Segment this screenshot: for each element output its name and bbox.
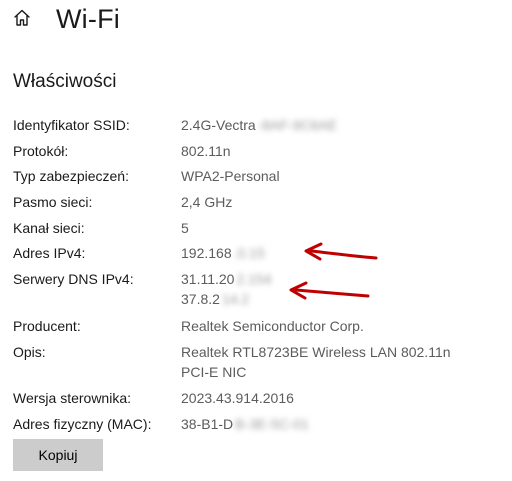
ssid-value[interactable]: 2.4G-Vectra -8AF-9C6AE: [181, 116, 337, 135]
ipv4-address-label: Adres IPv4:: [13, 245, 86, 261]
mac-value-redacted: B-3E-5C-01: [235, 416, 310, 432]
description-value-line2[interactable]: PCI-E NIC: [181, 363, 246, 382]
dns1-value-visible: 31.11.20: [181, 271, 235, 287]
mac-address-value[interactable]: 38-B1-D B-3E-5C-01: [181, 415, 309, 434]
protocol-label: Protokół:: [13, 143, 69, 159]
dns-server-1-value[interactable]: 31.11.20 2.154: [181, 270, 272, 289]
dns2-value-redacted: 14.2: [221, 291, 250, 307]
ssid-label: Identyfikator SSID:: [13, 117, 130, 133]
dns2-value-visible: 37.8.2: [181, 291, 220, 307]
section-title: Właściwości: [13, 71, 117, 92]
description-label: Opis:: [13, 344, 46, 360]
mac-address-label: Adres fizyczny (MAC):: [13, 416, 152, 432]
protocol-value[interactable]: 802.11n: [181, 142, 231, 161]
channel-value[interactable]: 5: [181, 219, 189, 238]
network-band-label: Pasmo sieci:: [13, 194, 93, 210]
ssid-value-redacted: -8AF-9C6AE: [257, 117, 338, 133]
home-icon[interactable]: [12, 8, 32, 28]
ipv4-value-redacted: .0.15: [233, 245, 265, 261]
security-type-label: Typ zabezpieczeń:: [13, 168, 129, 184]
dns1-value-redacted: 2.154: [236, 271, 272, 287]
ipv4-value-visible: 192.168: [181, 245, 232, 261]
manufacturer-value[interactable]: Realtek Semiconductor Corp.: [181, 317, 364, 336]
channel-label: Kanał sieci:: [13, 220, 85, 236]
mac-value-visible: 38-B1-D: [181, 416, 234, 432]
network-band-value[interactable]: 2,4 GHz: [181, 193, 232, 212]
description-value-line1[interactable]: Realtek RTL8723BE Wireless LAN 802.11n: [181, 343, 451, 362]
driver-version-value[interactable]: 2023.43.914.2016: [181, 389, 294, 408]
ipv4-address-value[interactable]: 192.168.0.15: [181, 244, 265, 263]
dns-server-2-value[interactable]: 37.8.2 14.2: [181, 290, 249, 309]
page-title: Wi-Fi: [56, 4, 120, 34]
dns-servers-label: Serwery DNS IPv4:: [13, 271, 134, 287]
wifi-properties-page: Wi-Fi Właściwości Identyfikator SSID: 2.…: [0, 0, 512, 481]
copy-button[interactable]: Kopiuj: [13, 439, 103, 471]
header: Wi-Fi: [0, 0, 512, 40]
security-type-value[interactable]: WPA2-Personal: [181, 167, 280, 186]
manufacturer-label: Producent:: [13, 318, 81, 334]
arrow-ipv4: [304, 242, 378, 261]
arrow-dns: [289, 281, 370, 300]
driver-version-label: Wersja sterownika:: [13, 390, 132, 406]
ssid-value-visible: 2.4G-Vectra: [181, 117, 256, 133]
